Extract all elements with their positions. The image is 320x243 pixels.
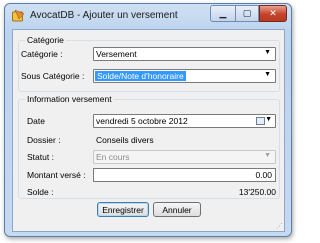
close-icon: ✕ <box>269 8 277 18</box>
app-icon <box>12 10 25 22</box>
sous-categorie-select[interactable]: Solde/Note d'honoraire ▼ <box>93 69 276 83</box>
date-picker[interactable]: vendredi 5 octobre 2012 ▼ <box>93 114 276 128</box>
chevron-down-icon: ▼ <box>265 116 272 123</box>
chevron-down-icon: ▼ <box>264 49 271 56</box>
statut-label: Statut : <box>27 152 54 162</box>
resize-grip-icon[interactable]: ⋰ <box>276 222 283 230</box>
maximize-icon: ▢ <box>242 8 252 18</box>
chevron-down-icon: ▼ <box>264 71 271 78</box>
maximize-button[interactable]: ▢ <box>235 5 259 22</box>
minimize-icon: ▁ <box>219 8 227 18</box>
enregistrer-button-label: Enregistrer <box>102 204 144 215</box>
dialog-body: Catégorie Catégorie : Versement ▼ Sous C… <box>12 29 285 232</box>
categorie-select[interactable]: Versement ▼ <box>93 47 276 61</box>
sous-categorie-value: Solde/Note d'honoraire <box>95 71 186 81</box>
solde-label: Solde : <box>27 187 54 197</box>
minimize-button[interactable]: ▁ <box>210 5 235 22</box>
dossier-label: Dossier : <box>27 135 61 145</box>
solde-value: 13'250.00 <box>238 187 276 197</box>
categorie-label: Catégorie : <box>21 49 63 59</box>
dossier-value: Conseils divers <box>96 135 154 145</box>
window-title: AvocatDB - Ajouter un versement <box>30 10 178 21</box>
montant-verse-label: Montant versé : <box>27 170 86 180</box>
annuler-button-label: Annuler <box>162 204 192 215</box>
dialog-window: AvocatDB - Ajouter un versement ▁ ▢ ✕ Ca… <box>4 3 292 237</box>
annuler-button[interactable]: Annuler <box>153 202 201 217</box>
sous-categorie-label: Sous Catégorie : <box>21 71 85 81</box>
statut-select[interactable]: En cours ▼ <box>93 150 276 164</box>
statut-value: En cours <box>96 152 130 162</box>
calendar-icon[interactable] <box>256 117 265 125</box>
montant-verse-value: 0.00 <box>255 170 272 180</box>
date-label: Date <box>27 116 45 126</box>
close-button[interactable]: ✕ <box>259 5 287 22</box>
enregistrer-button[interactable]: Enregistrer <box>97 202 149 217</box>
date-value: vendredi 5 octobre 2012 <box>96 116 188 126</box>
categorie-group-title: Catégorie <box>25 35 66 45</box>
information-versement-group-title: Information versement <box>25 94 114 104</box>
categorie-value: Versement <box>96 49 137 59</box>
title-bar[interactable]: AvocatDB - Ajouter un versement ▁ ▢ ✕ <box>5 4 291 28</box>
chevron-down-icon: ▼ <box>264 152 271 159</box>
montant-verse-input[interactable]: 0.00 <box>93 168 276 182</box>
